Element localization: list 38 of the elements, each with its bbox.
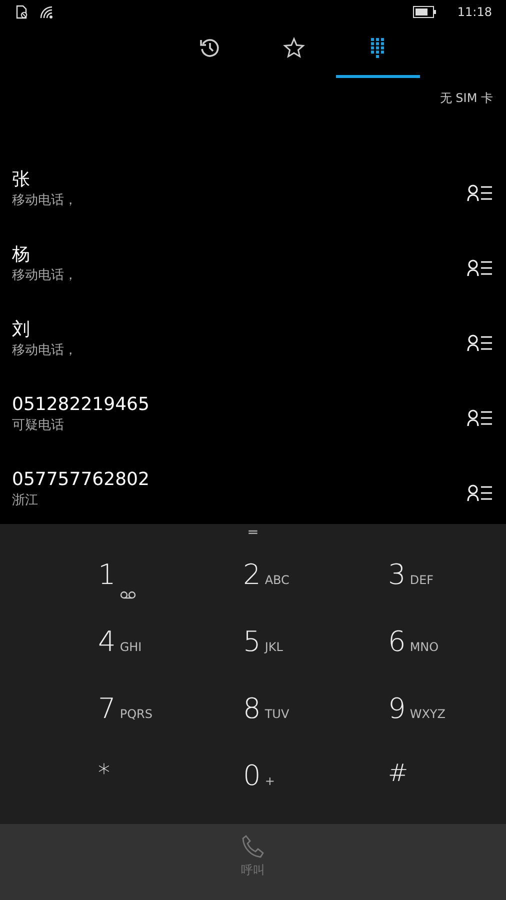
contact-details-icon[interactable]: [467, 259, 493, 277]
dial-key[interactable]: *: [98, 745, 243, 812]
dial-key[interactable]: 5 JKL: [243, 611, 388, 678]
dial-key[interactable]: #: [388, 745, 506, 812]
dial-key[interactable]: 7 PQRS: [98, 678, 243, 745]
dial-key[interactable]: 8 TUV: [243, 678, 388, 745]
contact-details-icon[interactable]: [467, 409, 493, 427]
dial-key[interactable]: 9 WXYZ: [388, 678, 506, 745]
contact-details-icon[interactable]: [467, 334, 493, 352]
call-detail: 浙江: [12, 492, 39, 510]
contact-details-icon[interactable]: [467, 484, 493, 502]
dial-key[interactable]: 6 MNO: [388, 611, 506, 678]
history-icon: [198, 36, 222, 60]
dial-key[interactable]: 0+: [243, 745, 388, 812]
call-detail: 移动电话，: [12, 192, 77, 210]
caller-name[interactable]: 刘: [12, 318, 77, 342]
phone-icon: [240, 834, 266, 860]
caller-name[interactable]: 057757762802: [12, 468, 150, 492]
dial-key[interactable]: 3 DEF: [388, 544, 506, 611]
dial-key[interactable]: 2 ABC: [243, 544, 388, 611]
call-detail: 移动电话，: [12, 267, 77, 285]
sim-status: 无 SIM 卡: [440, 90, 493, 106]
battery-icon: [413, 6, 438, 18]
call-detail: 可疑电话: [12, 417, 65, 435]
dial-key[interactable]: 4 GHI: [98, 611, 243, 678]
clock-time: 11:18: [457, 5, 492, 19]
dial-key[interactable]: 1: [98, 544, 243, 611]
wifi-icon: [39, 5, 55, 19]
voicemail-icon: [120, 591, 136, 599]
call-detail: 移动电话，: [12, 342, 77, 360]
contact-details-icon[interactable]: [467, 184, 493, 202]
dialpad-icon: [371, 38, 385, 58]
caller-name[interactable]: 张: [12, 168, 77, 192]
caller-name[interactable]: 051282219465: [12, 393, 150, 417]
sim-icon: [16, 5, 29, 19]
caller-name[interactable]: 杨: [12, 243, 77, 267]
drag-handle[interactable]: ═: [248, 524, 258, 544]
star-icon: [283, 37, 305, 59]
